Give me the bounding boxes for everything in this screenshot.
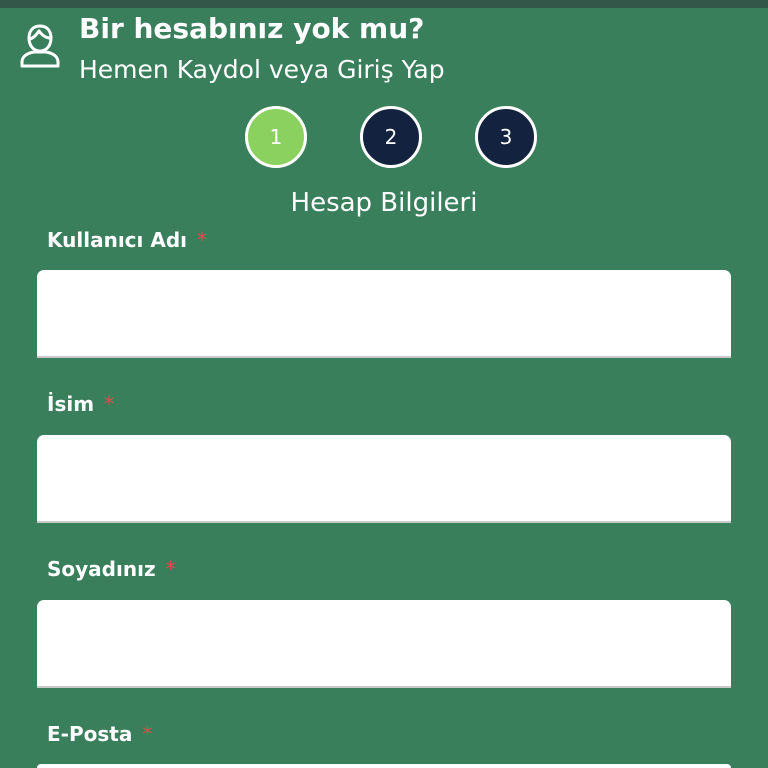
user-icon bbox=[18, 22, 62, 70]
header-subtitle: Hemen Kaydol veya Giriş Yap bbox=[79, 55, 445, 84]
surname-label: Soyadınız * bbox=[47, 556, 176, 582]
required-asterisk: * bbox=[142, 722, 153, 746]
email-label: E-Posta * bbox=[47, 721, 152, 747]
step-3[interactable]: 3 bbox=[475, 106, 537, 168]
email-label-text: E-Posta bbox=[47, 722, 133, 746]
step-1[interactable]: 1 bbox=[245, 106, 307, 168]
username-input[interactable] bbox=[37, 270, 731, 358]
step-2[interactable]: 2 bbox=[360, 106, 422, 168]
first-name-label-text: İsim bbox=[47, 392, 95, 416]
surname-input[interactable] bbox=[37, 600, 731, 688]
email-input[interactable] bbox=[37, 764, 731, 768]
first-name-label: İsim * bbox=[47, 391, 114, 417]
username-label-text: Kullanıcı Adı bbox=[47, 228, 188, 252]
username-label: Kullanıcı Adı * bbox=[47, 227, 207, 253]
step-indicator: 1 2 3 bbox=[0, 106, 768, 168]
header-title: Bir hesabınız yok mu? bbox=[79, 12, 425, 45]
surname-label-text: Soyadınız bbox=[47, 557, 156, 581]
first-name-input[interactable] bbox=[37, 435, 731, 523]
top-strip bbox=[0, 0, 768, 8]
section-title: Hesap Bilgileri bbox=[290, 188, 478, 218]
required-asterisk: * bbox=[104, 392, 115, 416]
required-asterisk: * bbox=[165, 557, 176, 581]
required-asterisk: * bbox=[197, 228, 208, 252]
